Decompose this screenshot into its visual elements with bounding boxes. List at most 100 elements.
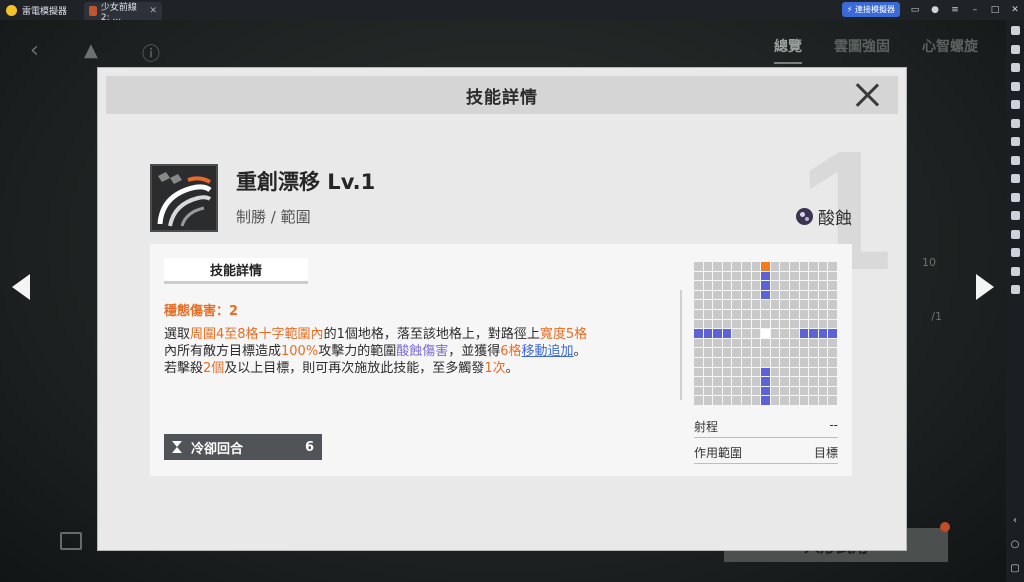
grid-cell [732,262,741,271]
grid-cell [713,367,722,377]
close-button[interactable] [854,82,880,108]
stat-range-value: -- [829,418,838,432]
record-icon[interactable] [1010,100,1020,109]
grid-cell [722,319,732,329]
keyboard-icon[interactable] [1010,44,1020,54]
grid-cell [751,348,761,357]
grid-cell [770,281,780,290]
grid-cell [741,357,751,367]
skill-type: 制勝 / 範圍 [236,208,311,226]
grid-cell [741,281,751,290]
grid-cell [694,396,703,405]
grid-cell [780,367,789,377]
close-icon[interactable]: ✕ [1010,5,1020,15]
tab-mind[interactable]: 心智螺旋 [922,36,978,64]
grid-cell [703,367,713,377]
grid-cell [713,290,722,300]
tab-overview[interactable]: 總覽 [774,36,802,64]
next-arrow-icon[interactable] [976,274,994,300]
grid-cell [694,367,703,377]
grid-cell [818,338,828,348]
corrosion-icon [796,208,813,225]
grid-cell [761,396,770,405]
home-nav-icon[interactable]: ○ [1010,540,1020,550]
tab-close-icon[interactable]: ✕ [149,6,157,16]
prev-arrow-icon[interactable] [12,274,30,300]
cooldown-label: 冷卻回合 [191,441,244,457]
cooldown-box: 冷卻回合 6 [164,434,322,460]
multi-instance-icon[interactable] [1010,155,1020,165]
tab-skill-detail[interactable]: 技能詳情 [164,258,308,284]
grid-cell [732,377,741,386]
grid-cell [713,377,722,386]
grid-cell [799,290,809,300]
grid-cell [809,377,818,386]
drive-icon[interactable]: ▲ [84,40,98,61]
grid-cell [741,262,751,271]
volume-icon[interactable] [1010,63,1020,72]
grid-cell [770,357,780,367]
description-scrollbar[interactable] [680,290,682,400]
video-icon[interactable] [1010,192,1020,202]
grid-cell [722,290,732,300]
grid-cell [818,300,828,309]
user-icon[interactable]: ● [930,5,940,15]
grid-cell [703,329,713,338]
play-icon[interactable] [60,532,82,550]
grid-cell [722,357,732,367]
back-arrow-icon[interactable]: ‹ [30,38,39,63]
grid-cell [741,386,751,396]
hourglass-icon [172,440,183,454]
grid-cell [828,319,837,329]
grid-cell [694,319,703,329]
connect-emulator-button[interactable]: ⚡ 連接模擬器 [841,2,900,17]
grid-cell [780,300,789,309]
info-icon[interactable]: ⓘ [142,40,160,66]
stat-area-label: 作用範圍 [694,446,743,460]
operation-icon[interactable] [1010,118,1020,128]
grid-cell [713,271,722,281]
emulator-titlebar: 雷電模擬器 少女前線2: ... ✕ ⚡ 連接模擬器 ▭ ● ≡ – □ ✕ [0,0,1024,23]
grid-cell [703,262,713,271]
minimize-icon[interactable]: – [970,5,980,15]
apk-icon[interactable] [1010,137,1020,146]
grid-cell [799,357,809,367]
grid-cell [809,338,818,348]
grid-cell [722,271,732,281]
grid-cell [751,367,761,377]
more-icon[interactable] [1010,285,1020,294]
tab-cloud[interactable]: 雲圖強固 [834,36,890,64]
grid-cell [713,300,722,309]
grid-cell [761,309,770,319]
grid-cell [789,281,799,290]
grid-cell [722,367,732,377]
grid-cell [799,377,809,386]
location-icon[interactable] [1010,266,1020,276]
sync-icon[interactable] [1010,174,1020,183]
menu-icon[interactable]: ≡ [950,5,960,15]
grid-cell [809,396,818,405]
grid-cell [741,300,751,309]
grid-cell [761,281,770,290]
grid-cell [828,338,837,348]
phone-icon[interactable] [1010,229,1020,239]
script-icon[interactable] [1010,211,1020,220]
grid-cell [780,309,789,319]
screenshot-icon[interactable] [1010,81,1020,91]
move-bonus-link[interactable]: 移動追加 [522,344,574,359]
modal-header: 技能詳情 [106,76,898,114]
grid-cell [694,262,703,271]
maximize-icon[interactable]: □ [990,5,1000,15]
back-nav-icon[interactable]: ‹ [1010,516,1020,526]
grid-cell [732,386,741,396]
gamepad-icon[interactable]: ▭ [910,5,920,15]
grid-cell [732,300,741,309]
folder-icon[interactable] [1010,248,1020,257]
grid-cell [732,357,741,367]
grid-cell [761,348,770,357]
grid-cell [780,281,789,290]
app-name: 雷電模擬器 [22,6,68,17]
settings-icon[interactable] [1010,26,1020,35]
recent-nav-icon[interactable]: ▢ [1010,564,1020,574]
game-tab[interactable]: 少女前線2: ... ✕ [84,2,162,23]
